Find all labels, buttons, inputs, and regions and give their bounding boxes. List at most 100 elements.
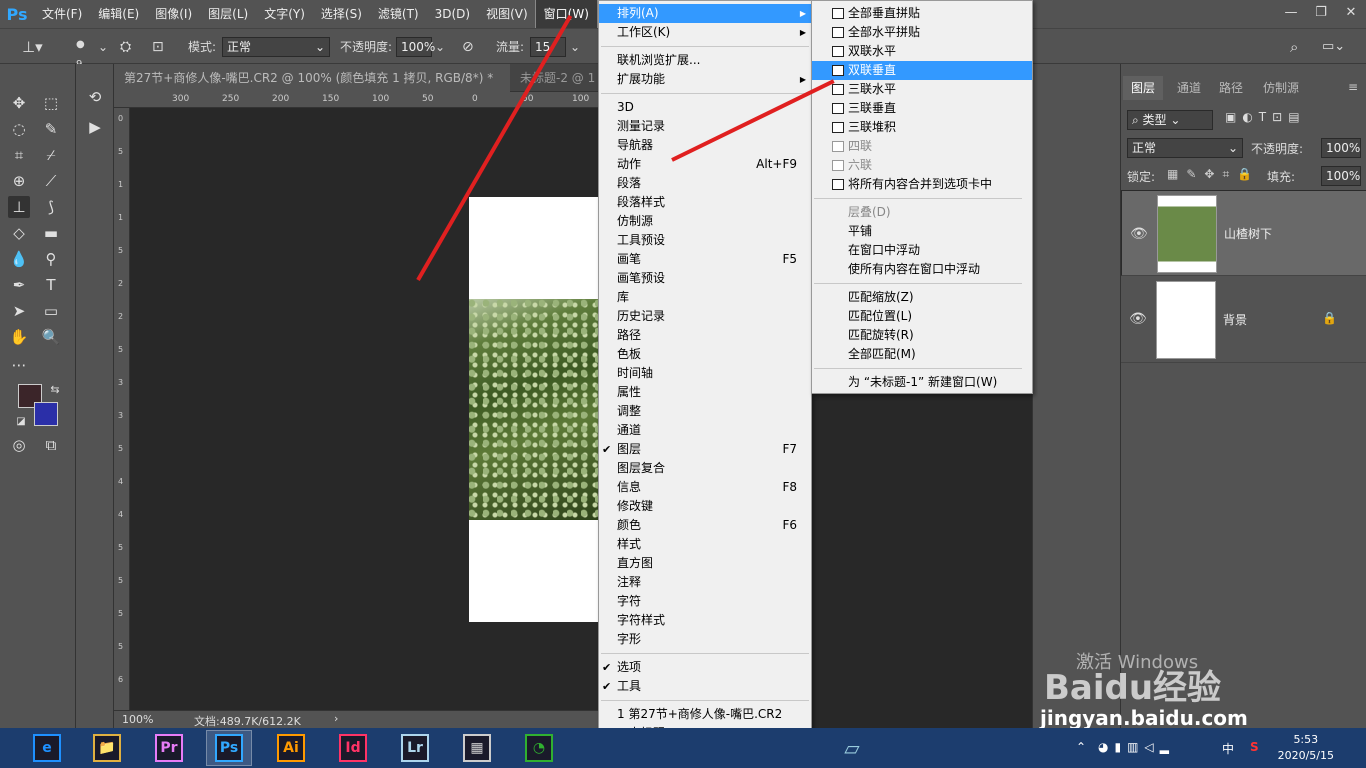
menu-4[interactable]: 文字(Y) [256,0,313,28]
default-colors-icon[interactable]: ◪ [10,410,32,432]
chevron-right-icon[interactable]: › [334,712,338,725]
chevron-down-icon[interactable]: ⌄ [98,37,108,57]
lock-icons[interactable]: ▦✎✥⌗🔒 [1167,167,1260,182]
tab-clone-source[interactable]: 仿制源 [1255,76,1307,100]
tab-layers[interactable]: 图层 [1123,76,1164,100]
menu-3[interactable]: 图层(L) [200,0,256,28]
arrange-menu-item[interactable]: 匹配旋转(R) [812,326,1032,345]
window-menu-item[interactable]: 排列(A) ▶ [599,4,811,23]
taskbar-app-7[interactable]: ▦ [454,730,500,766]
workspace-icon[interactable]: ▭⌄ [1322,37,1345,57]
type-tool-icon[interactable]: T [40,274,62,296]
swap-colors-icon[interactable]: ⇆ [44,378,66,400]
arrange-menu-item[interactable]: 在窗口中浮动 [812,241,1032,260]
window-menu-item[interactable]: 工作区(K) ▶ [599,23,811,42]
chevron-down-icon[interactable]: ⌄ [435,37,445,57]
clone-stamp-icon[interactable]: ⊥ [8,196,30,218]
eye-icon[interactable]: 👁 [1130,225,1148,243]
path-select-icon[interactable]: ➤ [8,300,30,322]
taskbar-app-3[interactable]: Ps [206,730,252,766]
ime-indicator[interactable]: 中 [1222,740,1234,757]
taskbar-app-1[interactable]: 📁 [84,730,130,766]
pressure-opacity-icon[interactable]: ⊘ [462,37,474,57]
window-menu-item[interactable]: 动作 Alt+F9 [599,155,811,174]
menu-0[interactable]: 文件(F) [34,0,90,28]
window-menu-item[interactable]: 时间轴 [599,364,811,383]
arrange-menu-item[interactable]: 匹配位置(L) [812,307,1032,326]
sogou-icon[interactable]: S [1250,740,1259,754]
pen-tool-icon[interactable]: ✒ [8,274,30,296]
background-color-swatch[interactable] [34,402,58,426]
blur-tool-icon[interactable]: 💧 [8,248,30,270]
tab-paths[interactable]: 路径 [1211,76,1251,100]
tab-document-2[interactable]: 未标题-2 @ 1 [510,64,598,92]
window-menu-item[interactable]: 联机浏览扩展... [599,51,811,70]
taskbar-app-6[interactable]: Lr [392,730,438,766]
window-menu-item[interactable]: 1 第27节+商修人像-嘴巴.CR2 [599,705,811,724]
window-menu-item[interactable]: 库 [599,288,811,307]
eyedropper-icon[interactable]: ⌿ [40,144,62,166]
window-menu-item[interactable]: 字符 [599,592,811,611]
menu-8[interactable]: 视图(V) [478,0,536,28]
dodge-tool-icon[interactable]: ⚲ [40,248,62,270]
arrange-menu-item[interactable]: 三联垂直 [812,99,1032,118]
layer-row[interactable]: 👁 山楂树下 [1121,190,1366,276]
eraser-icon[interactable]: ◇ [8,222,30,244]
tray-icons[interactable]: ◕▮▥◁▂ [1098,740,1175,754]
arrange-menu-item[interactable]: 三联水平 [812,80,1032,99]
arrange-menu-item[interactable]: 使所有内容在窗口中浮动 [812,260,1032,279]
arrange-menu-item[interactable]: 为 “未标题-1” 新建窗口(W) [812,373,1032,392]
menu-2[interactable]: 图像(I) [147,0,200,28]
layer-filter-select[interactable]: ⌕ 类型 ⌄ [1127,110,1213,130]
window-menu-item[interactable]: 仿制源 [599,212,811,231]
panel-menu-icon[interactable]: ≡ [1348,80,1358,94]
actions-play-icon[interactable]: ▶ [84,116,106,138]
opacity-input[interactable]: 100% [396,37,435,57]
window-menu-item[interactable]: 路径 [599,326,811,345]
window-menu-item[interactable]: 历史记录 [599,307,811,326]
tab-channels[interactable]: 通道 [1169,76,1209,100]
window-menu-item[interactable]: 图层 F7 ✔ [599,440,811,459]
menu-7[interactable]: 3D(D) [427,0,478,28]
window-menu-item[interactable]: 信息 F8 [599,478,811,497]
window-menu-item[interactable]: 字形 [599,630,811,649]
shape-tool-icon[interactable]: ▭ [40,300,62,322]
window-menu-item[interactable]: 段落样式 [599,193,811,212]
arrange-menu-item[interactable]: 双联水平 [812,42,1032,61]
layer-opacity-input[interactable]: 100% [1321,138,1361,158]
window-menu-item[interactable]: 工具预设 [599,231,811,250]
clock[interactable]: 5:53 2020/5/15 [1278,732,1334,764]
window-menu-item[interactable]: 注释 [599,573,811,592]
restore-button[interactable]: ❐ [1306,0,1336,24]
window-menu-item[interactable]: 直方图 [599,554,811,573]
window-menu-item[interactable]: 通道 [599,421,811,440]
window-menu-item[interactable]: 修改键 [599,497,811,516]
search-icon[interactable]: ⌕ [1290,37,1298,57]
history-panel-icon[interactable]: ⟲ [84,86,106,108]
menu-6[interactable]: 滤镜(T) [370,0,427,28]
blend-mode-select[interactable]: 正常 ⌄ [1127,138,1243,158]
window-menu-item[interactable]: 选项 ✔ [599,658,811,677]
healing-brush-icon[interactable]: ⊕ [8,170,30,192]
menu-1[interactable]: 编辑(E) [90,0,147,28]
filter-icons[interactable]: ▣◐T⊡▤ [1225,110,1306,124]
hand-tool-icon[interactable]: ✋ [8,326,30,348]
arrange-menu-item[interactable]: 全部水平拼贴 [812,23,1032,42]
taskbar-app-2[interactable]: Pr [146,730,192,766]
arrange-menu-item[interactable]: 三联堆积 [812,118,1032,137]
menu-5[interactable]: 选择(S) [313,0,370,28]
history-brush-icon[interactable]: ⟆ [40,196,62,218]
taskbar-app-5[interactable]: Id [330,730,376,766]
close-button[interactable]: ✕ [1336,0,1366,24]
arrange-menu-item[interactable]: 匹配缩放(Z) [812,288,1032,307]
stamp-tool-icon[interactable]: ⊥▾ [22,37,43,57]
window-menu-item[interactable]: 工具 ✔ [599,677,811,696]
crop-tool-icon[interactable]: ⌗ [8,144,30,166]
brush-tool-icon[interactable]: ⟋ [40,170,62,192]
zoom-level[interactable]: 100% [122,713,153,726]
taskbar-app-4[interactable]: Ai [268,730,314,766]
notepad-icon[interactable]: ▱ [826,732,878,764]
eye-icon[interactable]: 👁 [1129,311,1147,327]
window-menu-item[interactable]: 段落 [599,174,811,193]
window-menu-item[interactable]: 属性 [599,383,811,402]
